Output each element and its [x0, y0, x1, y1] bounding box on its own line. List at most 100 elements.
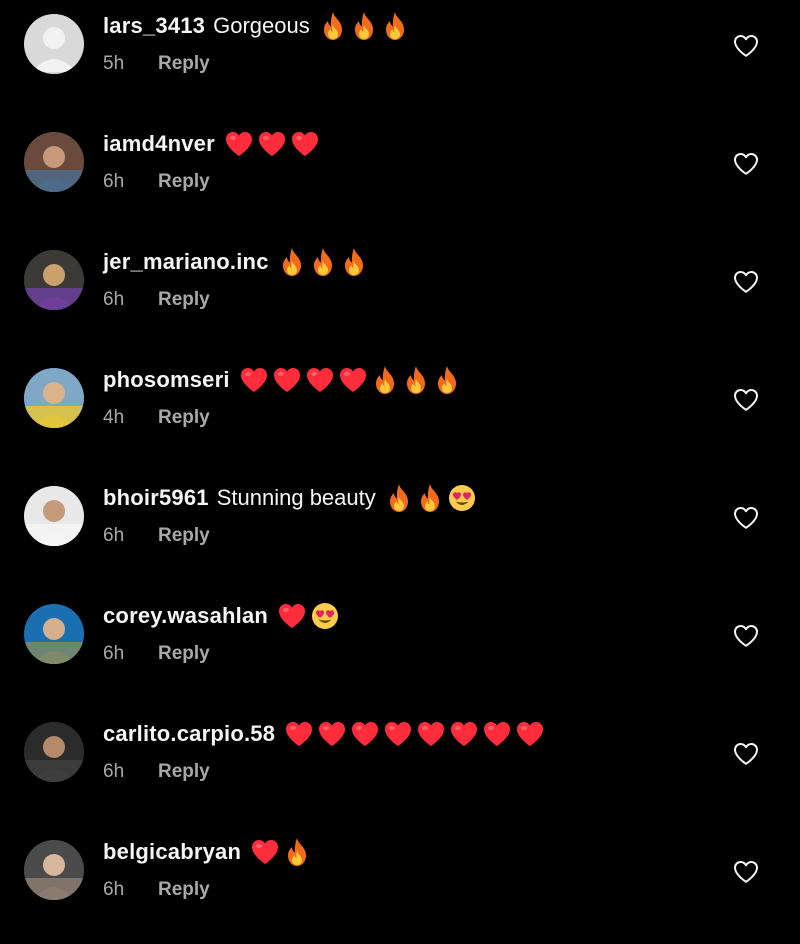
like-heart-icon[interactable] — [733, 742, 759, 766]
timestamp: 6h — [103, 289, 125, 310]
red-heart-emoji-icon — [516, 721, 544, 747]
emoji-group — [240, 365, 465, 395]
comment-text: Stunning beauty — [216, 485, 376, 510]
fire-emoji-icon — [386, 483, 412, 513]
like-heart-icon[interactable] — [733, 506, 759, 530]
comment-item: bhoir5961 Stunning beauty 6h Reply — [0, 472, 800, 590]
reply-button[interactable]: Reply — [158, 643, 210, 665]
red-heart-emoji-icon — [291, 131, 319, 157]
username[interactable]: bhoir5961 — [103, 485, 209, 511]
emoji-group — [320, 11, 413, 41]
timestamp: 6h — [103, 761, 125, 782]
fire-emoji-icon — [382, 11, 408, 41]
username[interactable]: lars_3413 — [103, 13, 205, 39]
red-heart-emoji-icon — [278, 603, 306, 629]
red-heart-emoji-icon — [450, 721, 478, 747]
reply-button[interactable]: Reply — [158, 171, 210, 193]
fire-emoji-icon — [372, 365, 398, 395]
comment-meta: 6h Reply — [103, 878, 210, 902]
avatar[interactable] — [24, 840, 84, 900]
emoji-group — [251, 837, 315, 867]
comment-text-line: iamd4nver — [103, 128, 324, 160]
comment-text-line: phosomseri — [103, 364, 465, 396]
reply-button[interactable]: Reply — [158, 53, 210, 75]
emoji-group — [279, 247, 372, 277]
comment-item: belgicabryan 6h Reply — [0, 826, 800, 944]
red-heart-emoji-icon — [273, 367, 301, 393]
reply-button[interactable]: Reply — [158, 761, 210, 783]
comment-text-line: belgicabryan — [103, 836, 315, 868]
fire-emoji-icon — [341, 247, 367, 277]
emoji-group — [225, 131, 324, 157]
username[interactable]: corey.wasahlan — [103, 603, 268, 629]
avatar[interactable] — [24, 368, 84, 428]
like-heart-icon[interactable] — [733, 860, 759, 884]
timestamp: 6h — [103, 525, 125, 546]
avatar[interactable] — [24, 486, 84, 546]
comment-item: iamd4nver 6h Reply — [0, 118, 800, 236]
comment-item: carlito.carpio.58 6h Reply — [0, 708, 800, 826]
username[interactable]: iamd4nver — [103, 131, 215, 157]
timestamp: 4h — [103, 407, 125, 428]
comment-item: corey.wasahlan 6h Reply — [0, 590, 800, 708]
emoji-group — [285, 721, 549, 747]
red-heart-emoji-icon — [483, 721, 511, 747]
fire-emoji-icon — [320, 11, 346, 41]
like-heart-icon[interactable] — [733, 270, 759, 294]
username[interactable]: carlito.carpio.58 — [103, 721, 275, 747]
timestamp: 6h — [103, 171, 125, 192]
username[interactable]: phosomseri — [103, 367, 230, 393]
red-heart-emoji-icon — [351, 721, 379, 747]
fire-emoji-icon — [351, 11, 377, 41]
emoji-group — [278, 602, 344, 630]
comment-text-line: jer_mariano.inc — [103, 246, 372, 278]
comment-item: phosomseri 4h Reply — [0, 354, 800, 472]
like-heart-icon[interactable] — [733, 624, 759, 648]
comment-text-line: carlito.carpio.58 — [103, 718, 549, 750]
red-heart-emoji-icon — [318, 721, 346, 747]
comment-meta: 6h Reply — [103, 170, 210, 194]
avatar[interactable] — [24, 604, 84, 664]
red-heart-emoji-icon — [285, 721, 313, 747]
comment-meta: 5h Reply — [103, 52, 210, 76]
timestamp: 5h — [103, 53, 125, 74]
comment-item: jer_mariano.inc 6h Reply — [0, 236, 800, 354]
comment-meta: 6h Reply — [103, 524, 210, 548]
username[interactable]: belgicabryan — [103, 839, 241, 865]
fire-emoji-icon — [403, 365, 429, 395]
red-heart-emoji-icon — [225, 131, 253, 157]
red-heart-emoji-icon — [339, 367, 367, 393]
avatar[interactable] — [24, 250, 84, 310]
red-heart-emoji-icon — [240, 367, 268, 393]
timestamp: 6h — [103, 879, 125, 900]
avatar[interactable] — [24, 132, 84, 192]
comment-text-line: lars_3413 Gorgeous — [103, 10, 413, 42]
reply-button[interactable]: Reply — [158, 289, 210, 311]
fire-emoji-icon — [284, 837, 310, 867]
reply-button[interactable]: Reply — [158, 879, 210, 901]
reply-button[interactable]: Reply — [158, 525, 210, 547]
emoji-group — [386, 483, 481, 513]
comment-meta: 6h Reply — [103, 642, 210, 666]
fire-emoji-icon — [279, 247, 305, 277]
red-heart-emoji-icon — [306, 367, 334, 393]
like-heart-icon[interactable] — [733, 34, 759, 58]
comment-text-line: bhoir5961 Stunning beauty — [103, 482, 481, 514]
like-heart-icon[interactable] — [733, 152, 759, 176]
comment-meta: 6h Reply — [103, 760, 210, 784]
heart-eyes-emoji-icon — [311, 602, 339, 630]
comment-text-line: corey.wasahlan — [103, 600, 344, 632]
red-heart-emoji-icon — [258, 131, 286, 157]
comment-item: lars_3413 Gorgeous 5h Reply — [0, 0, 800, 118]
like-heart-icon[interactable] — [733, 388, 759, 412]
red-heart-emoji-icon — [384, 721, 412, 747]
reply-button[interactable]: Reply — [158, 407, 210, 429]
comment-meta: 4h Reply — [103, 406, 210, 430]
username[interactable]: jer_mariano.inc — [103, 249, 269, 275]
comment-text: Gorgeous — [213, 13, 310, 38]
avatar[interactable] — [24, 722, 84, 782]
timestamp: 6h — [103, 643, 125, 664]
avatar[interactable] — [24, 14, 84, 74]
red-heart-emoji-icon — [251, 839, 279, 865]
heart-eyes-emoji-icon — [448, 484, 476, 512]
